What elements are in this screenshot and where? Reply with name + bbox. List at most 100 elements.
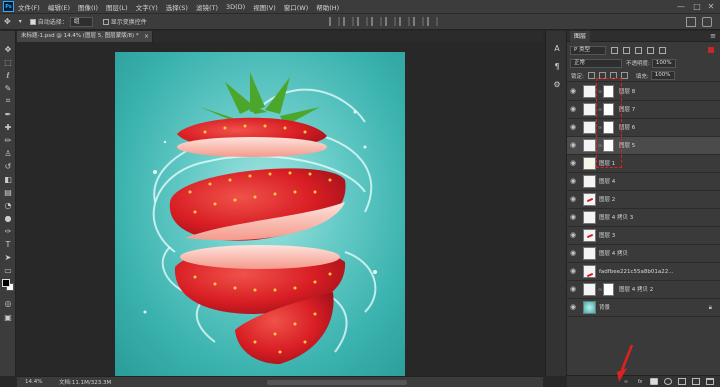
gradient-tool-icon[interactable]: ▤	[2, 186, 14, 198]
opacity-input[interactable]: 100%	[651, 58, 676, 68]
layer-name[interactable]: 图层 4 拷贝 2	[619, 281, 653, 299]
dodge-tool-icon[interactable]: ●	[2, 212, 14, 224]
visibility-eye-icon[interactable]: ◉	[570, 214, 579, 221]
layer-name[interactable]: 图层 2	[599, 191, 615, 209]
align-right-icon[interactable]	[356, 17, 368, 26]
auto-select-checkbox[interactable]	[29, 18, 36, 25]
menu-edit[interactable]: 编辑(E)	[48, 2, 70, 12]
brush-tool-icon[interactable]: ✏	[2, 134, 14, 146]
layer-row[interactable]: ◉ 图层 4	[567, 173, 720, 191]
screen-mode-icon[interactable]: ▣	[2, 311, 14, 323]
delete-icon[interactable]	[706, 378, 714, 385]
layers-panel-title[interactable]: 图层	[570, 31, 591, 42]
menu-image[interactable]: 图像(I)	[78, 2, 98, 12]
stamp-tool-icon[interactable]: ♙	[2, 147, 14, 159]
link-icon[interactable]: ∞	[598, 287, 602, 293]
document-info[interactable]: 文档:11.1M/323.3M	[59, 378, 111, 386]
shape-filter-icon[interactable]	[647, 46, 654, 54]
visibility-eye-icon[interactable]: ◉	[570, 232, 579, 239]
eraser-tool-icon[interactable]: ◧	[2, 173, 14, 185]
adjustment-icon[interactable]	[664, 378, 672, 385]
layer-row[interactable]: ◉ ∞ 图层 4 拷贝 2	[567, 281, 720, 299]
type-tool-icon[interactable]: T	[2, 238, 14, 250]
layer-row[interactable]: ◉ 图层 2	[567, 191, 720, 209]
smart-object-filter-icon[interactable]	[659, 46, 666, 54]
lock-artboard-icon[interactable]	[609, 72, 617, 79]
menu-view[interactable]: 视图(V)	[253, 2, 276, 12]
visibility-eye-icon[interactable]: ◉	[570, 286, 579, 293]
foreground-color-swatch[interactable]	[2, 279, 10, 287]
type-filter-icon[interactable]	[635, 46, 642, 54]
panel-menu-icon[interactable]: ≡	[710, 31, 716, 42]
layer-row[interactable]: ◉ 图层 1	[567, 155, 720, 173]
healing-brush-icon[interactable]: ✚	[2, 121, 14, 133]
search-icon[interactable]	[686, 17, 696, 27]
new-layer-icon[interactable]	[692, 378, 700, 385]
shape-tool-icon[interactable]: ▭	[2, 264, 14, 276]
distribute-icon[interactable]	[412, 17, 424, 26]
layer-row[interactable]: ◉ 图层 4 拷贝 3	[567, 209, 720, 227]
visibility-eye-icon[interactable]: ◉	[570, 106, 579, 113]
lock-position-icon[interactable]	[598, 72, 606, 79]
align-left-icon[interactable]	[328, 17, 340, 26]
layer-row[interactable]: ◉ 图层 3	[567, 227, 720, 245]
layer-mask-thumbnail[interactable]	[603, 283, 614, 296]
group-icon[interactable]	[678, 378, 686, 385]
link-icon[interactable]: ∞	[598, 125, 602, 131]
move-tool-icon[interactable]: ✥	[4, 17, 11, 26]
visibility-eye-icon[interactable]: ◉	[570, 304, 579, 311]
layer-row[interactable]: ◉ ∞ 图层 8	[567, 83, 720, 101]
menu-3d[interactable]: 3D(D)	[226, 3, 245, 11]
fx-icon[interactable]: fx	[636, 378, 644, 385]
crop-tool-icon[interactable]: ⌗	[2, 95, 14, 107]
layer-mask-thumbnail[interactable]	[603, 121, 614, 134]
layer-row[interactable]: ◉ ∞ 图层 7	[567, 101, 720, 119]
visibility-eye-icon[interactable]: ◉	[570, 160, 579, 167]
layer-kind-filter[interactable]: P 类型	[570, 45, 606, 55]
menu-type[interactable]: 文字(Y)	[136, 2, 158, 12]
history-brush-icon[interactable]: ↺	[2, 160, 14, 172]
canvas-area[interactable]	[17, 42, 543, 376]
layer-mask-thumbnail[interactable]	[603, 139, 614, 152]
layer-name[interactable]: 图层 5	[619, 137, 635, 155]
quick-select-icon[interactable]: ✎	[2, 82, 14, 94]
fill-input[interactable]: 100%	[650, 71, 675, 80]
close-icon[interactable]: ×	[144, 31, 149, 42]
artboard[interactable]	[115, 52, 405, 376]
visibility-eye-icon[interactable]: ◉	[570, 88, 579, 95]
layer-name[interactable]: 图层 8	[619, 83, 635, 101]
path-select-icon[interactable]: ➤	[2, 251, 14, 263]
auto-select-target-select[interactable]: 组	[69, 16, 93, 27]
marquee-tool-icon[interactable]: ⬚	[2, 56, 14, 68]
blur-tool-icon[interactable]: ◔	[2, 199, 14, 211]
filter-toggle-icon[interactable]	[708, 47, 714, 53]
adjustment-filter-icon[interactable]	[623, 46, 630, 54]
move-tool-icon[interactable]: ✥	[2, 43, 14, 55]
layer-name[interactable]: 图层 6	[619, 119, 635, 137]
menu-help[interactable]: 帮助(H)	[316, 2, 339, 12]
menu-filter[interactable]: 滤镜(T)	[196, 2, 218, 12]
align-top-icon[interactable]	[370, 17, 382, 26]
link-icon[interactable]: ∞	[598, 143, 602, 149]
menu-select[interactable]: 选择(S)	[166, 2, 188, 12]
visibility-eye-icon[interactable]: ◉	[570, 124, 579, 131]
layer-row[interactable]: ◉ 背景 🔒︎	[567, 299, 720, 317]
pen-tool-icon[interactable]: ✑	[2, 225, 14, 237]
document-tab[interactable]: 未标题-1.psd @ 14.4% (图层 5, 图层蒙版/8) * ×	[17, 31, 153, 42]
layer-name[interactable]: 图层 3	[599, 227, 615, 245]
horizontal-scrollbar[interactable]	[267, 380, 407, 385]
link-icon[interactable]: ∞	[598, 107, 602, 113]
menu-window[interactable]: 窗口(W)	[284, 2, 309, 12]
align-middle-icon[interactable]	[384, 17, 396, 26]
visibility-eye-icon[interactable]: ◉	[570, 196, 579, 203]
visibility-eye-icon[interactable]: ◉	[570, 268, 579, 275]
layer-name[interactable]: 图层 1	[599, 155, 615, 173]
visibility-eye-icon[interactable]: ◉	[570, 142, 579, 149]
lasso-tool-icon[interactable]: ℓ	[2, 69, 14, 81]
quick-mask-icon[interactable]: ◎	[2, 297, 14, 309]
tool-preset-dropdown[interactable]: ▾	[19, 18, 22, 25]
layer-name[interactable]: 图层 4 拷贝 3	[599, 209, 633, 227]
zoom-level[interactable]: 14.4%	[25, 379, 59, 385]
workspace-icon[interactable]	[702, 17, 712, 27]
link-layers-icon[interactable]: ∞	[622, 378, 630, 385]
